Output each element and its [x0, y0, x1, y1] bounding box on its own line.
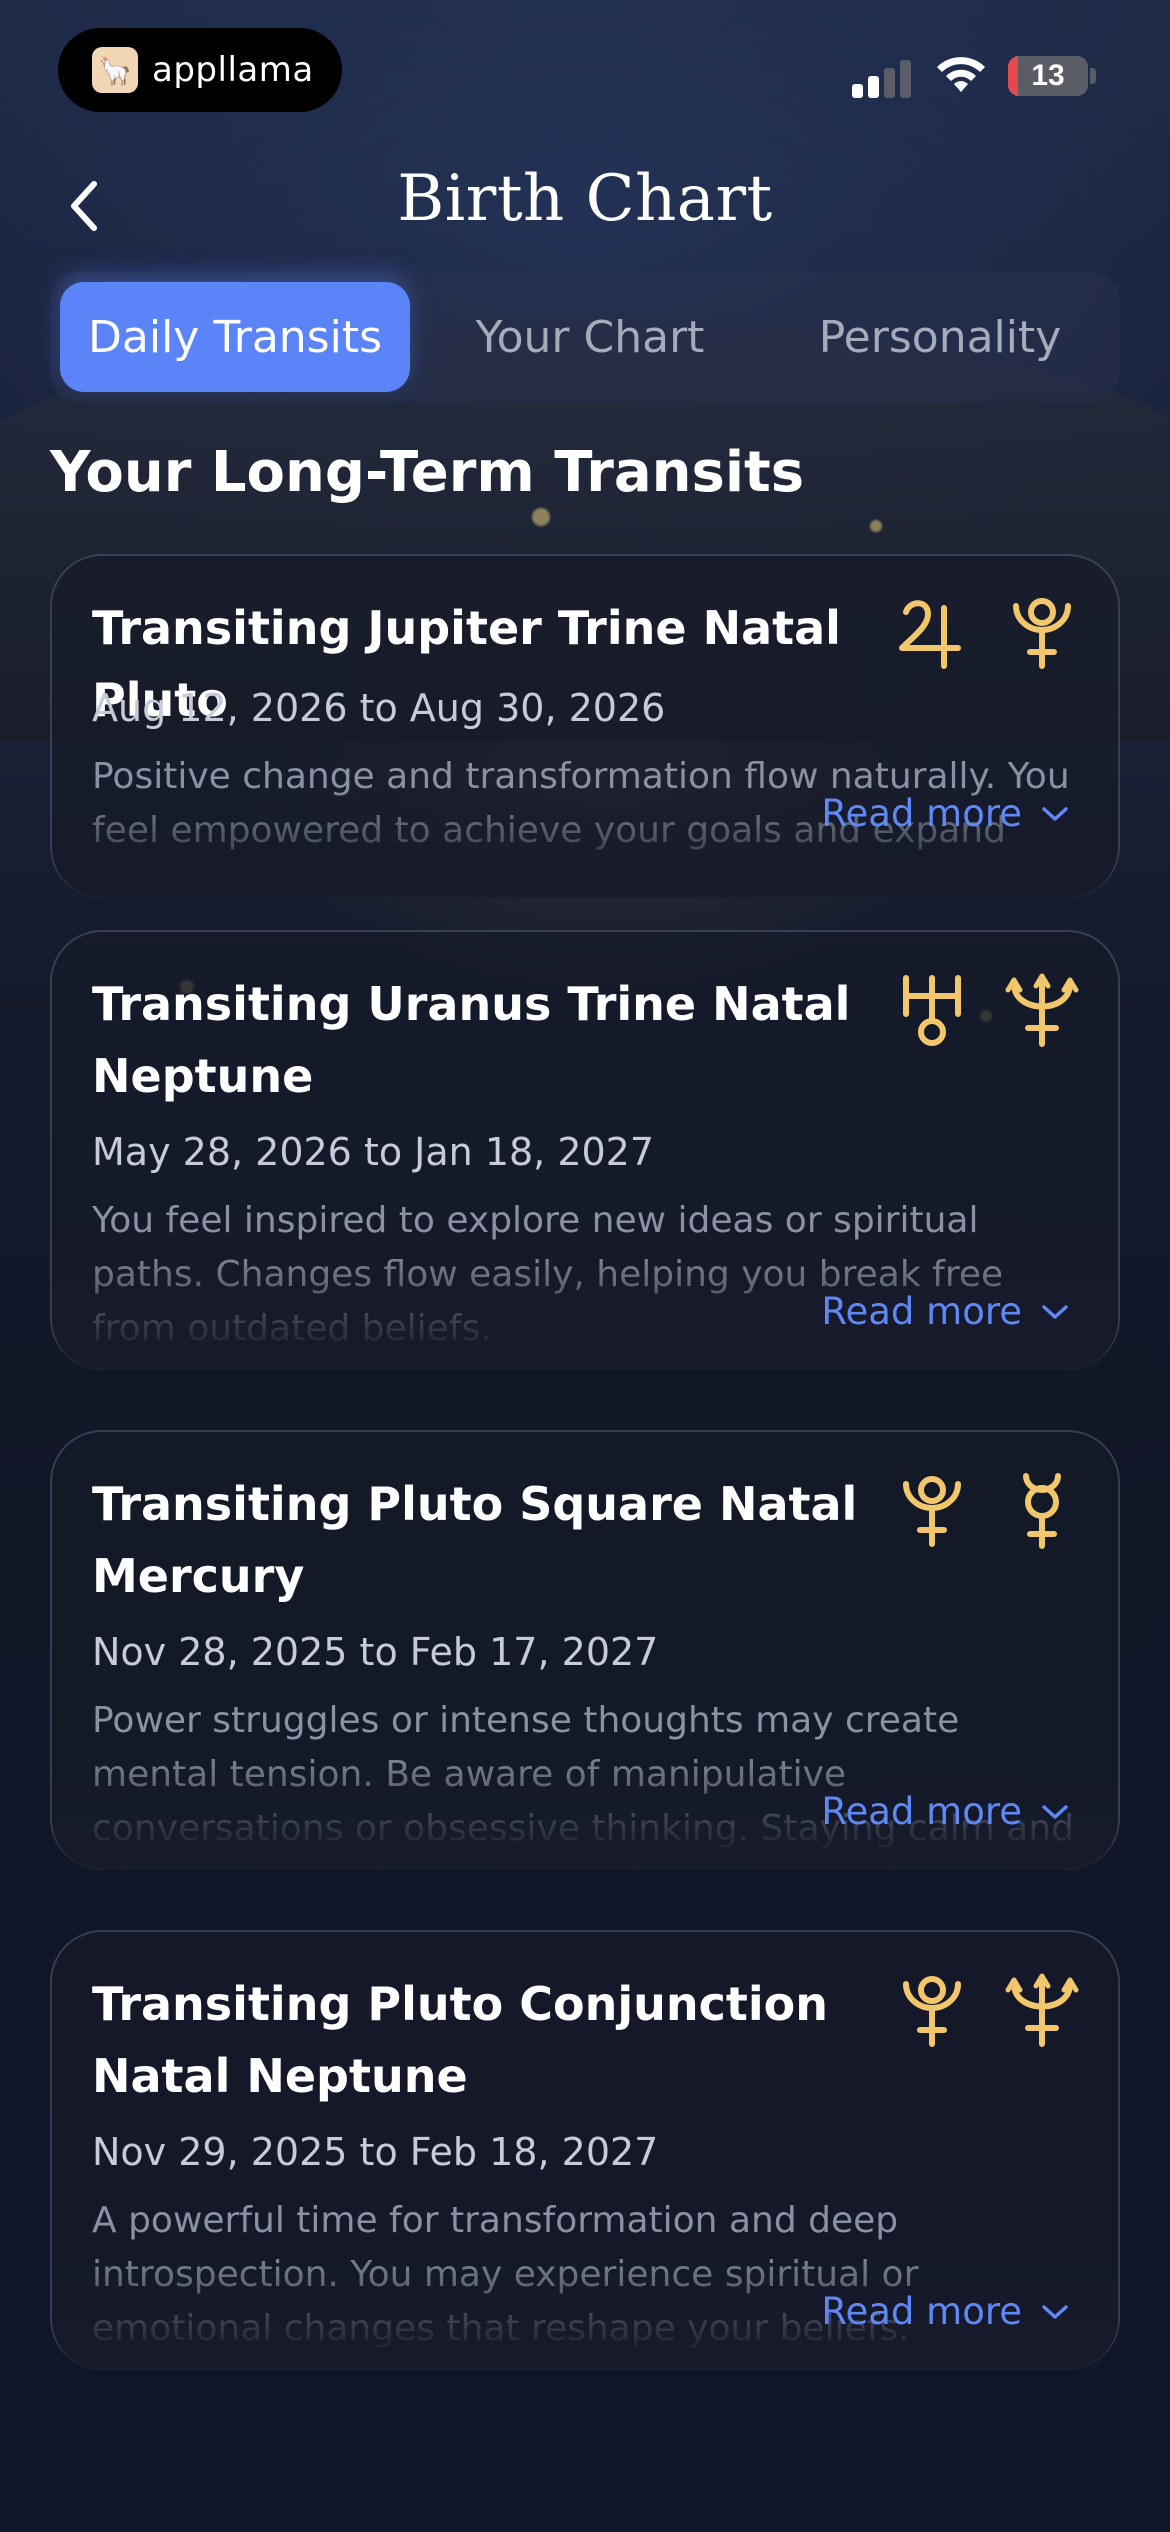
chevron-down-icon — [1042, 1304, 1068, 1319]
signal-bar — [900, 60, 911, 98]
transit-title: Transiting Pluto Square Natal Mercury — [92, 1477, 858, 1603]
read-more-button[interactable]: Read more — [821, 1790, 1070, 1833]
read-more-label: Read more — [821, 2290, 1022, 2333]
battery-level: 13 — [1031, 59, 1065, 92]
app-pill[interactable]: 🦙 appllama — [58, 28, 342, 112]
chevron-down-icon — [1042, 2304, 1068, 2319]
transit-card[interactable]: Transiting Pluto Conjunction Natal Neptu… — [50, 1930, 1120, 2370]
neptune-icon — [1005, 973, 1079, 1047]
transit-dates: May 28, 2026 to Jan 18, 2027 — [92, 1130, 655, 1174]
signal-bar — [868, 76, 879, 98]
page-title: Birth Chart — [397, 162, 773, 236]
transit-dates: Aug 12, 2026 to Aug 30, 2026 — [92, 686, 666, 730]
status-bar: 🦙 appllama 13 — [0, 0, 1170, 130]
neptune-icon — [1005, 1973, 1079, 2047]
signal-bar — [852, 84, 863, 98]
wifi-icon — [937, 57, 985, 92]
signal-bar — [884, 68, 895, 98]
tab-personality[interactable]: Personality — [770, 282, 1110, 392]
battery-cap — [1090, 68, 1096, 84]
firefly-decoration — [870, 520, 882, 532]
uranus-icon — [903, 975, 961, 1046]
tab-your-chart[interactable]: Your Chart — [420, 282, 760, 392]
transit-card[interactable]: Transiting Uranus Trine Natal Neptune Ma… — [50, 930, 1120, 1370]
read-more-label: Read more — [821, 1290, 1022, 1333]
read-more-label: Read more — [821, 1790, 1022, 1833]
transit-card[interactable]: Transiting Pluto Square Natal Mercury No… — [50, 1430, 1120, 1870]
pluto-icon — [903, 1476, 961, 1547]
transit-card[interactable]: Transiting Jupiter Trine Natal Pluto Aug… — [50, 554, 1120, 898]
planet-glyphs — [862, 1470, 1082, 1550]
planet-glyphs — [862, 970, 1082, 1050]
tab-daily-transits[interactable]: Daily Transits — [60, 282, 410, 392]
tab-bar: Daily Transits Your Chart Personality — [50, 272, 1120, 402]
mercury-icon — [1023, 1473, 1061, 1549]
pluto-icon — [903, 1976, 961, 2047]
firefly-decoration — [532, 508, 550, 526]
transit-dates: Nov 29, 2025 to Feb 18, 2027 — [92, 2130, 659, 2174]
cellular-signal-icon — [852, 58, 914, 98]
transit-title: Transiting Uranus Trine Natal Neptune — [92, 977, 851, 1103]
planet-glyphs — [862, 592, 1082, 672]
read-more-button[interactable]: Read more — [821, 2290, 1070, 2333]
read-more-label: Read more — [821, 792, 1022, 835]
section-title: Your Long-Term Transits — [50, 440, 805, 505]
transit-dates: Nov 28, 2025 to Feb 17, 2027 — [92, 1630, 659, 1674]
read-more-button[interactable]: Read more — [821, 792, 1070, 835]
read-more-button[interactable]: Read more — [821, 1290, 1070, 1333]
pluto-icon — [1013, 598, 1071, 669]
battery-indicator: 13 — [1008, 56, 1088, 96]
app-pill-label: appllama — [152, 50, 314, 90]
chevron-down-icon — [1042, 1804, 1068, 1819]
llama-logo-icon: 🦙 — [92, 47, 138, 93]
jupiter-icon — [899, 600, 961, 669]
chevron-down-icon — [1042, 806, 1068, 821]
transit-title: Transiting Pluto Conjunction Natal Neptu… — [92, 1977, 828, 2103]
planet-glyphs — [862, 1970, 1082, 2050]
